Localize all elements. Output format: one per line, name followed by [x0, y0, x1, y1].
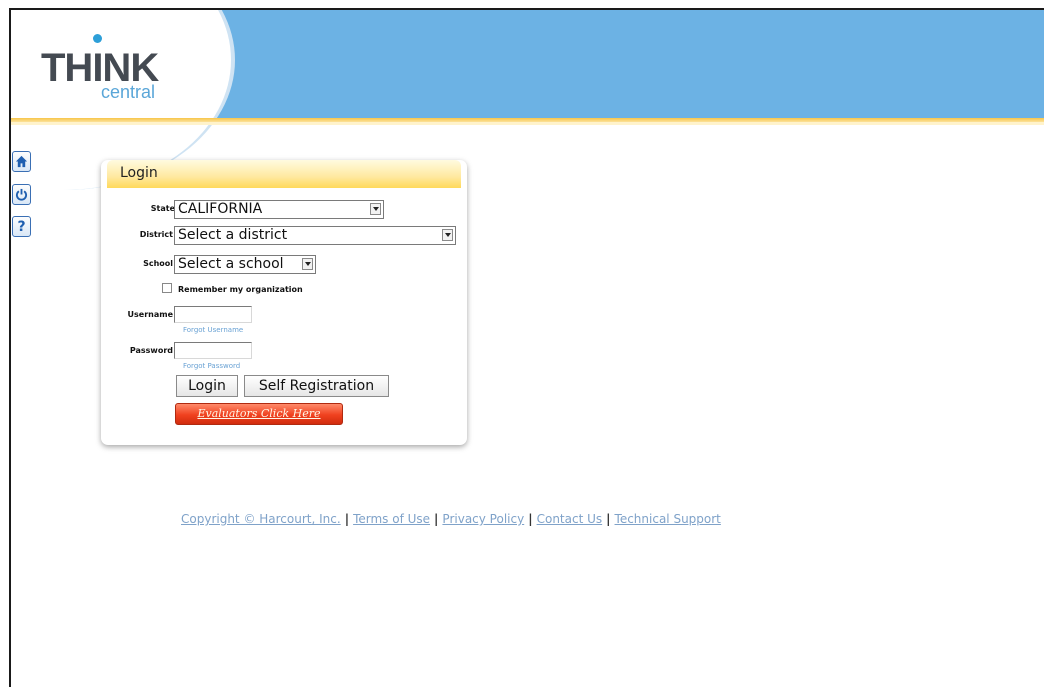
password-label: Password [129, 346, 173, 355]
chevron-down-icon [370, 203, 381, 215]
login-panel-header: Login [107, 160, 461, 188]
think-central-logo[interactable]: THINK central [41, 26, 201, 106]
footer-separator: | [606, 512, 611, 526]
login-button[interactable]: Login [176, 375, 238, 397]
help-icon[interactable]: ? [12, 216, 31, 237]
forgot-username-link[interactable]: Forgot Username [183, 326, 243, 334]
privacy-link[interactable]: Privacy Policy [442, 512, 524, 526]
username-input[interactable] [174, 306, 252, 323]
remember-label: Remember my organization [178, 285, 303, 294]
chevron-down-icon [302, 258, 313, 270]
password-input[interactable] [174, 342, 252, 359]
copyright-link[interactable]: Copyright © Harcourt, Inc. [181, 512, 341, 526]
login-panel: Login State CALIFORNIA District Select a… [101, 160, 467, 445]
login-title: Login [120, 165, 158, 181]
terms-link[interactable]: Terms of Use [353, 512, 430, 526]
power-icon[interactable] [12, 184, 31, 205]
district-label: District [139, 230, 173, 239]
footer-links: Copyright © Harcourt, Inc. | Terms of Use |… [181, 512, 721, 526]
state-select-value: CALIFORNIA [178, 201, 263, 217]
school-label: School [143, 259, 173, 268]
district-select[interactable]: Select a district [174, 226, 456, 245]
header-banner: THINK central [11, 10, 1044, 190]
chevron-down-icon [442, 229, 453, 241]
state-select[interactable]: CALIFORNIA [174, 200, 384, 219]
home-icon[interactable] [12, 151, 31, 172]
footer-separator: | [528, 512, 533, 526]
remember-checkbox[interactable] [162, 283, 172, 293]
footer-separator: | [344, 512, 350, 526]
page-frame: THINK central ? Login State CALIFORNIA D… [9, 8, 1044, 687]
self-registration-button[interactable]: Self Registration [244, 375, 389, 397]
evaluators-button[interactable]: Evaluators Click Here [175, 403, 343, 425]
state-label: State [150, 204, 175, 213]
school-select-value: Select a school [178, 256, 284, 272]
forgot-password-link[interactable]: Forgot Password [183, 362, 240, 370]
school-select[interactable]: Select a school [174, 255, 316, 274]
footer-separator: | [434, 512, 439, 526]
contact-link[interactable]: Contact Us [537, 512, 603, 526]
support-link[interactable]: Technical Support [615, 512, 721, 526]
district-select-value: Select a district [178, 227, 288, 243]
username-label: Username [127, 310, 173, 319]
header-divider-glow [11, 122, 1044, 125]
logo-central-text: central [101, 82, 156, 102]
logo-dot-icon [93, 34, 102, 43]
